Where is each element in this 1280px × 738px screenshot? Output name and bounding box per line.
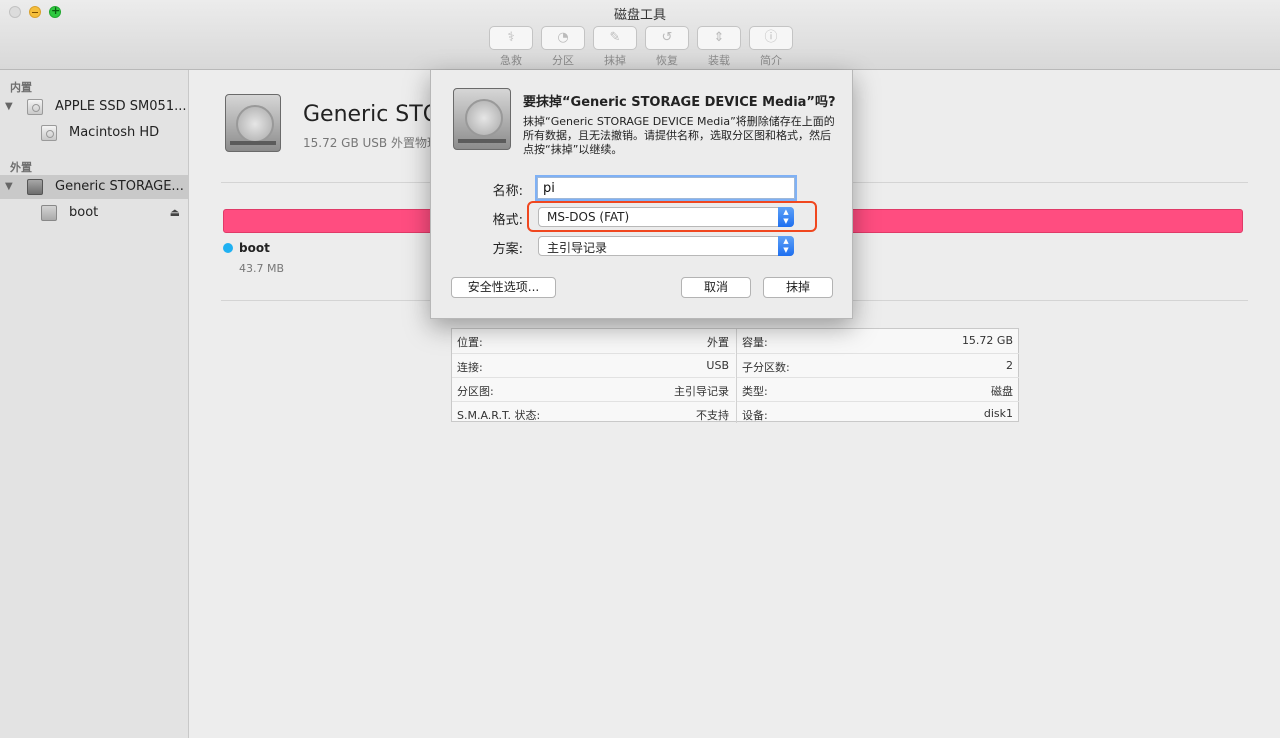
disclosure-triangle-icon[interactable]: ▼ [5, 181, 13, 192]
sidebar-item-boot[interactable]: boot ⏏ [0, 201, 188, 225]
stepper-icon: ▲ ▼ [778, 207, 794, 227]
info-value: disk1 [983, 407, 1013, 420]
toolbar-label: 装载 [708, 54, 730, 67]
toolbar-label: 分区 [552, 54, 574, 67]
info-row: 设备: disk1 [737, 401, 1019, 425]
toolbar-label: 简介 [760, 54, 782, 67]
info-column-left: 位置: 外置 连接: USB 分区图: 主引导记录 S.M.A.R.T. 状态: 不支持 [452, 329, 735, 423]
info-row: 类型: 磁盘 [737, 377, 1019, 401]
toolbar-label: 恢复 [656, 54, 678, 67]
info-value: USB [706, 359, 729, 372]
info-value: 磁盘 [991, 385, 1013, 398]
legend-volume-size: 43.7 MB [239, 262, 285, 275]
toolbar-info-button[interactable]: ⓘ 简介 [749, 26, 793, 68]
info-value: 主引导记录 [674, 385, 729, 398]
format-select[interactable]: MS-DOS (FAT) ▲ ▼ [538, 207, 794, 227]
info-key: 容量: [742, 336, 768, 349]
info-key: S.M.A.R.T. 状态: [457, 409, 541, 422]
stepper-icon: ▲ ▼ [778, 236, 794, 256]
info-row: 分区图: 主引导记录 [452, 377, 735, 401]
info-value: 外置 [707, 336, 729, 349]
device-info-table: 位置: 外置 连接: USB 分区图: 主引导记录 S.M.A.R.T. 状态: 不支持… [451, 328, 1019, 423]
sidebar-item-label: Generic STORAGE... [55, 179, 184, 194]
sidebar: 内置 ▼ APPLE SSD SM051... Macintosh HD 外置 … [0, 70, 189, 738]
erase-button[interactable]: 抹掉 [763, 277, 833, 298]
erase-icon: ✎ [593, 26, 637, 50]
toolbar-label: 急救 [500, 54, 522, 67]
sidebar-item-apple-ssd[interactable]: ▼ APPLE SSD SM051... [0, 95, 188, 119]
format-label: 格式: [492, 213, 523, 228]
info-key: 连接: [457, 361, 483, 374]
info-row: 连接: USB [452, 353, 735, 377]
info-key: 位置: [457, 336, 483, 349]
toolbar-first-aid-button[interactable]: ⚕ 急救 [489, 26, 533, 68]
info-row: 子分区数: 2 [737, 353, 1019, 377]
sidebar-item-label: Macintosh HD [69, 125, 160, 140]
eject-icon[interactable]: ⏏ [170, 206, 180, 219]
info-value: 2 [1006, 359, 1013, 372]
internal-disk-icon [27, 99, 43, 115]
info-row: 容量: 15.72 GB [737, 329, 1019, 353]
restore-icon: ↺ [645, 26, 689, 50]
info-value: 不支持 [696, 409, 729, 422]
info-key: 类型: [742, 385, 768, 398]
legend-color-dot [223, 243, 233, 253]
disclosure-triangle-icon[interactable]: ▼ [5, 101, 13, 112]
disk-icon [453, 88, 511, 150]
legend-volume-name: boot [239, 241, 270, 255]
scheme-label: 方案: [492, 242, 523, 257]
security-options-button[interactable]: 安全性选项... [451, 277, 556, 298]
usb-disk-icon [27, 179, 43, 195]
erase-dialog: 要抹掉“Generic STORAGE DEVICE Media”吗? 抹掉“G… [430, 70, 853, 319]
sidebar-item-label: APPLE SSD SM051... [55, 99, 187, 114]
info-key: 分区图: [457, 385, 494, 398]
mount-icon: ⇕ [697, 26, 741, 50]
dialog-title: 要抹掉“Generic STORAGE DEVICE Media”吗? [523, 95, 836, 110]
scheme-select-value: 主引导记录 [547, 241, 608, 255]
cancel-button[interactable]: 取消 [681, 277, 751, 298]
info-key: 子分区数: [742, 361, 790, 374]
partition-icon: ◔ [541, 26, 585, 50]
info-icon: ⓘ [749, 26, 793, 50]
device-disk-icon [225, 94, 281, 152]
volume-icon [41, 125, 57, 141]
toolbar-partition-button[interactable]: ◔ 分区 [541, 26, 585, 68]
disk-utility-window: 磁盘工具 ⚕ 急救 ◔ 分区 ✎ 抹掉 ↺ 恢复 ⇕ 装载 ⓘ 简介 内置 ▼ [0, 0, 1280, 738]
dialog-message: 抹掉“Generic STORAGE DEVICE Media”将删除储存在上面… [523, 115, 835, 156]
info-value: 15.72 GB [961, 334, 1013, 347]
sidebar-item-generic-storage[interactable]: ▼ Generic STORAGE... [0, 175, 188, 199]
info-row: S.M.A.R.T. 状态: 不支持 [452, 401, 735, 425]
name-label: 名称: [492, 184, 523, 199]
toolbar-restore-button[interactable]: ↺ 恢复 [645, 26, 689, 68]
scheme-select[interactable]: 主引导记录 ▲ ▼ [538, 236, 794, 256]
sidebar-item-macintosh-hd[interactable]: Macintosh HD [0, 121, 188, 145]
volume-icon [41, 205, 57, 221]
info-key: 设备: [742, 409, 768, 422]
titlebar: 磁盘工具 ⚕ 急救 ◔ 分区 ✎ 抹掉 ↺ 恢复 ⇕ 装载 ⓘ 简介 [0, 0, 1280, 70]
info-column-right: 容量: 15.72 GB 子分区数: 2 类型: 磁盘 设备: disk1 [736, 329, 1019, 423]
sidebar-header-internal: 内置 [10, 81, 32, 94]
toolbar-label: 抹掉 [604, 54, 626, 67]
info-row: 位置: 外置 [452, 329, 735, 353]
name-field[interactable] [537, 177, 795, 199]
format-select-value: MS-DOS (FAT) [547, 210, 630, 224]
first-aid-icon: ⚕ [489, 26, 533, 50]
window-title: 磁盘工具 [613, 8, 666, 23]
toolbar-mount-button[interactable]: ⇕ 装载 [697, 26, 741, 68]
toolbar-erase-button[interactable]: ✎ 抹掉 [593, 26, 637, 68]
sidebar-item-label: boot [69, 205, 99, 220]
sidebar-header-external: 外置 [10, 161, 32, 174]
